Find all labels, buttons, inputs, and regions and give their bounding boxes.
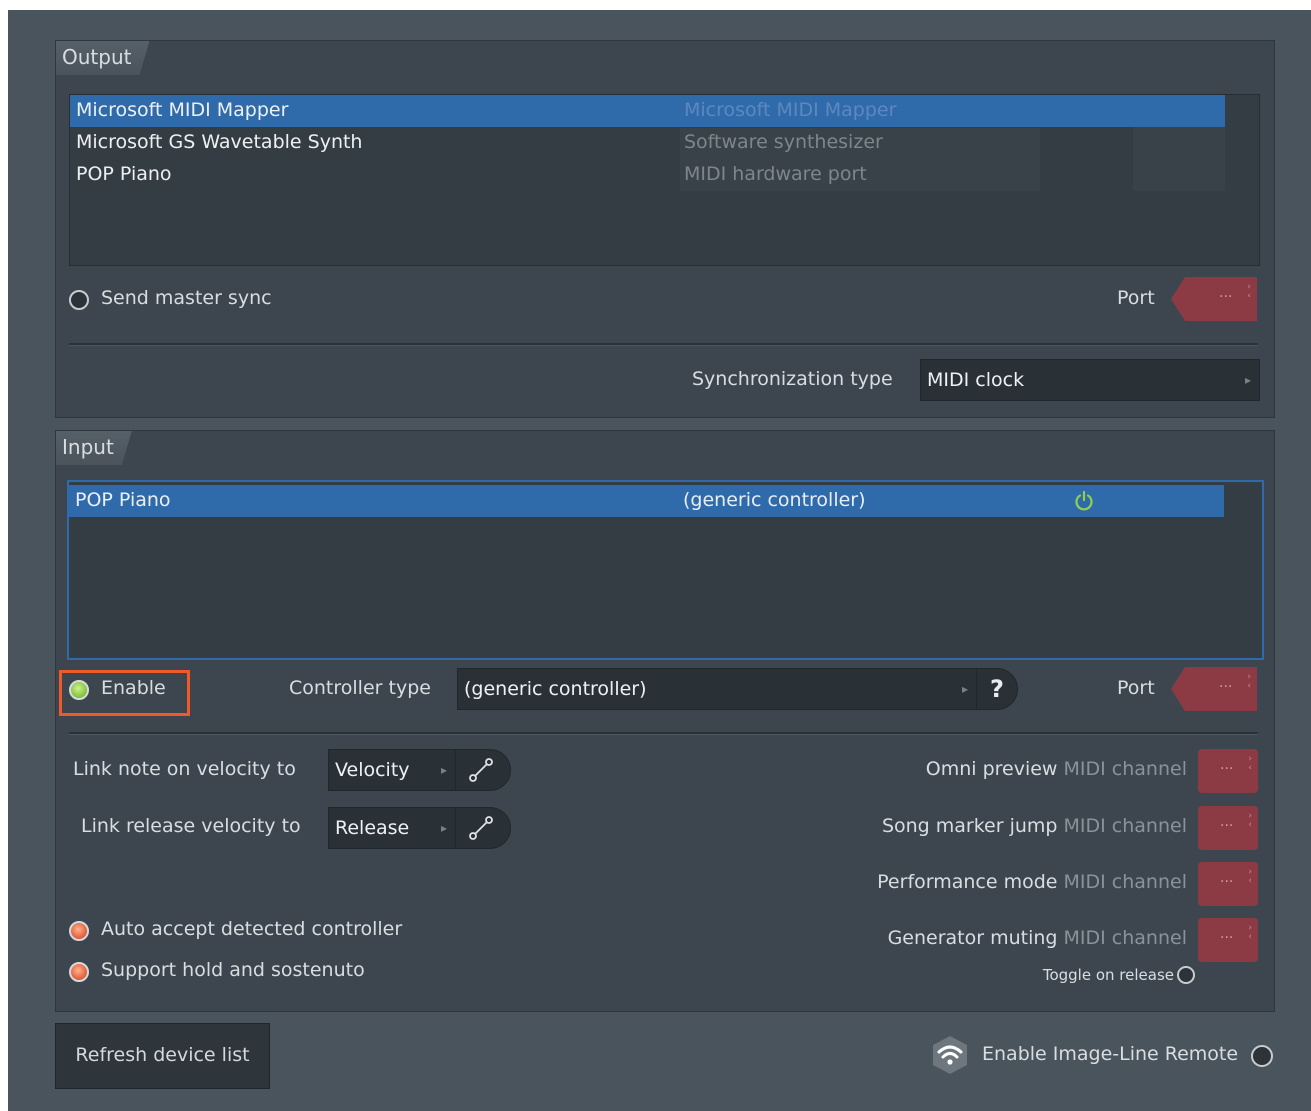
generator-muting-channel[interactable]: ··· › ‹ [1198, 918, 1258, 962]
input-divider [69, 732, 1258, 735]
controller-type-dropdown[interactable]: (generic controller) ▸ [457, 668, 977, 710]
input-port-selector[interactable]: ··· › ‹ [1171, 667, 1257, 711]
port-arrows-icon: › ‹ [1248, 923, 1252, 942]
controller-help-button[interactable]: ? [976, 668, 1018, 710]
enable-toggle[interactable] [69, 680, 89, 700]
release-velocity-value: Release [335, 817, 410, 839]
performance-mode-label: Performance mode MIDI channel [877, 871, 1187, 893]
caret-right-icon: ▸ [440, 763, 447, 777]
link-release-label: Link release velocity to [81, 815, 301, 837]
toggle-on-release-label: Toggle on release [1042, 966, 1174, 984]
output-device-row[interactable]: POP Piano MIDI hardware port [70, 159, 1225, 191]
sync-type-label: Synchronization type [692, 368, 893, 390]
send-master-sync-label: Send master sync [101, 287, 272, 309]
device-type: Software synthesizer [684, 131, 883, 153]
device-name: Microsoft GS Wavetable Synth [76, 131, 363, 153]
output-panel: Output Microsoft MIDI Mapper Microsoft M… [55, 40, 1275, 418]
device-type: Microsoft MIDI Mapper [684, 99, 897, 121]
release-velocity-dropdown[interactable]: Release ▸ [328, 807, 456, 849]
sync-type-value: MIDI clock [927, 369, 1025, 391]
generator-muting-label: Generator muting MIDI channel [887, 927, 1187, 949]
input-device-list[interactable]: POP Piano (generic controller) [67, 480, 1264, 660]
device-name: POP Piano [75, 489, 171, 511]
port-value: ··· [1219, 289, 1233, 305]
support-hold-toggle[interactable] [69, 962, 89, 982]
output-device-list[interactable]: Microsoft MIDI Mapper Microsoft MIDI Map… [69, 94, 1260, 266]
link-note-on-label: Link note on velocity to [73, 758, 296, 780]
omni-preview-label: Omni preview MIDI channel [925, 758, 1187, 780]
caret-right-icon: ▸ [440, 821, 447, 835]
controller-type-value: (generic controller) [464, 678, 647, 700]
toggle-on-release-toggle[interactable] [1177, 966, 1195, 984]
enable-label: Enable [101, 677, 166, 699]
note-on-velocity-value: Velocity [335, 759, 410, 781]
link-curve-icon [469, 758, 493, 782]
auto-accept-toggle[interactable] [69, 921, 89, 941]
port-arrows-icon: › ‹ [1248, 754, 1252, 773]
controller-type-label: Controller type [289, 677, 431, 699]
output-device-row[interactable]: Microsoft MIDI Mapper Microsoft MIDI Map… [70, 95, 1225, 127]
port-arrows-icon: › ‹ [1247, 672, 1251, 691]
output-title: Output [56, 41, 149, 75]
omni-preview-channel[interactable]: ··· › ‹ [1198, 749, 1258, 793]
output-port-selector[interactable]: ··· › ‹ [1171, 277, 1257, 321]
device-type: MIDI hardware port [684, 163, 867, 185]
device-type: (generic controller) [683, 489, 866, 511]
input-device-row[interactable]: POP Piano (generic controller) [69, 485, 1224, 517]
port-value: ··· [1219, 679, 1233, 695]
song-marker-jump-label: Song marker jump MIDI channel [881, 815, 1187, 837]
wifi-remote-icon [933, 1036, 967, 1074]
caret-right-icon: ▸ [1244, 373, 1251, 387]
enable-remote-label: Enable Image-Line Remote [982, 1043, 1239, 1065]
support-hold-label: Support hold and sostenuto [101, 959, 365, 981]
port-arrows-icon: › ‹ [1247, 282, 1251, 301]
link-curve-icon [469, 816, 493, 840]
release-link-button[interactable] [455, 807, 511, 849]
device-name: Microsoft MIDI Mapper [76, 99, 289, 121]
port-arrows-icon: › ‹ [1248, 867, 1252, 886]
input-panel: Input POP Piano (generic controller) Ena… [55, 430, 1275, 1012]
midi-settings-window: Output Microsoft MIDI Mapper Microsoft M… [8, 10, 1311, 1111]
output-device-row[interactable]: Microsoft GS Wavetable Synth Software sy… [70, 127, 1225, 159]
device-name: POP Piano [76, 163, 172, 185]
note-on-velocity-dropdown[interactable]: Velocity ▸ [328, 749, 456, 791]
refresh-device-list-button[interactable]: Refresh device list [55, 1023, 270, 1089]
send-master-sync-toggle[interactable] [69, 290, 89, 310]
caret-right-icon: ▸ [961, 682, 968, 696]
performance-mode-channel[interactable]: ··· › ‹ [1198, 862, 1258, 906]
enable-remote-toggle[interactable] [1251, 1045, 1273, 1067]
auto-accept-label: Auto accept detected controller [101, 918, 403, 940]
song-marker-jump-channel[interactable]: ··· › ‹ [1198, 806, 1258, 850]
sync-type-dropdown[interactable]: MIDI clock ▸ [920, 359, 1260, 401]
power-icon[interactable] [1073, 490, 1095, 512]
port-arrows-icon: › ‹ [1248, 811, 1252, 830]
input-title: Input [56, 431, 132, 465]
note-on-link-button[interactable] [455, 749, 511, 791]
output-divider [69, 343, 1258, 346]
output-port-label: Port [1117, 287, 1155, 309]
input-port-label: Port [1117, 677, 1155, 699]
